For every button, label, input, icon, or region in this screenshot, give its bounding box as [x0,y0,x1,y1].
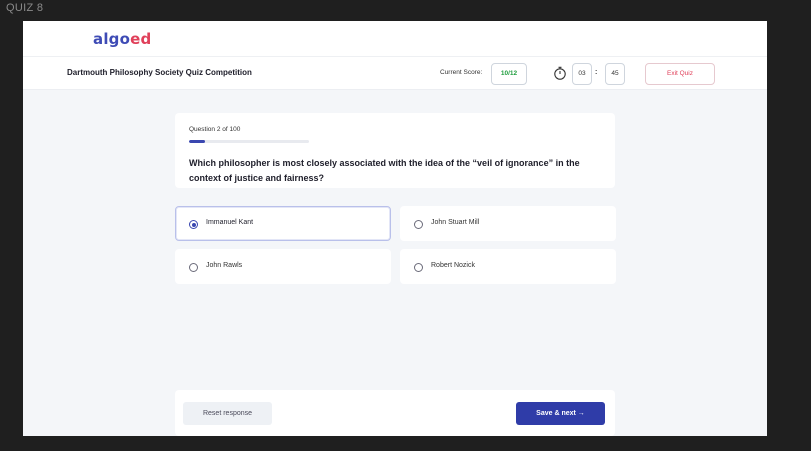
logo-part-1: algo [93,30,131,48]
algoed-logo[interactable]: algoed [93,30,151,48]
option-label: John Rawls [206,262,243,269]
window-title: QUIZ 8 [6,2,44,14]
timer-seconds: 45 [605,63,625,85]
score-label: Current Score: [440,69,483,76]
option-immanuel-kant[interactable]: Immanuel Kant [175,206,391,241]
question-counter: Question 2 of 100 [189,126,241,133]
timer-minutes: 03 [572,63,592,85]
stopwatch-icon [554,66,566,80]
save-next-button[interactable]: Save & next → [516,402,605,425]
quiz-header: Dartmouth Philosophy Society Quiz Compet… [23,57,767,90]
question-text: Which philosopher is most closely associ… [189,158,580,183]
timer-separator: : [595,69,598,76]
score-badge: 10/12 [491,63,527,85]
option-robert-nozick[interactable]: Robert Nozick [400,249,616,284]
logo-part-2: ed [130,30,152,48]
question-progress-fill [189,140,205,143]
reset-response-button[interactable]: Reset response [183,402,272,425]
question-card: Question 2 of 100 Which philosopher is m… [175,113,615,188]
radio-unselected-icon[interactable] [414,220,423,229]
option-john-stuart-mill[interactable]: John Stuart Mill [400,206,616,241]
radio-selected-icon[interactable] [189,220,198,229]
option-label: John Stuart Mill [431,219,480,226]
brand-bar: algoed [23,21,767,57]
option-label: Robert Nozick [431,262,475,269]
quiz-footer: Reset response Save & next → [175,390,615,436]
option-john-rawls[interactable]: John Rawls [175,249,391,284]
exit-quiz-button[interactable]: Exit Quiz [645,63,715,85]
option-label: Immanuel Kant [206,219,254,226]
competition-title: Dartmouth Philosophy Society Quiz Compet… [67,68,252,77]
question-progress-bar [189,140,309,143]
quiz-app: algoed Dartmouth Philosophy Society Quiz… [23,21,767,436]
radio-unselected-icon[interactable] [189,263,198,272]
radio-unselected-icon[interactable] [414,263,423,272]
